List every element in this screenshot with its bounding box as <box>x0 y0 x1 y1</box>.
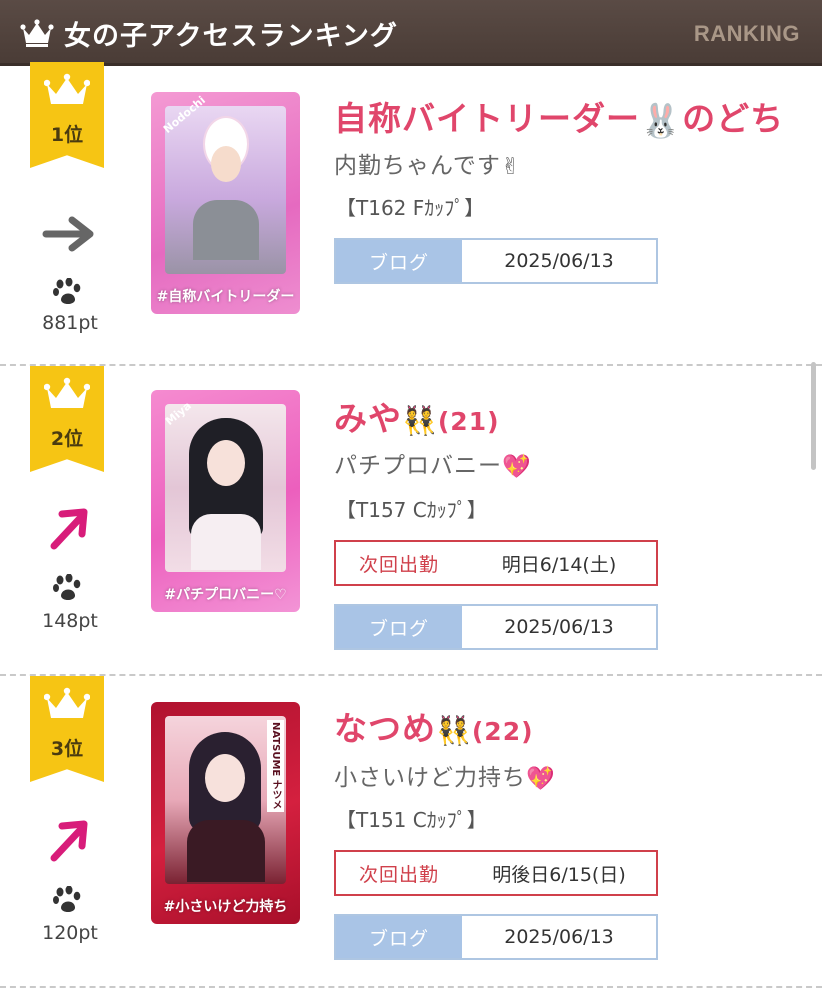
entry-divider <box>0 986 822 988</box>
points: 120pt <box>42 922 98 944</box>
next-shift-label: 次回出勤 <box>336 852 462 894</box>
blog-link[interactable]: ブログ 2025/06/13 <box>334 604 658 650</box>
flat-arrow-icon <box>42 216 94 252</box>
next-shift-label: 次回出勤 <box>336 542 462 584</box>
ranking-label: RANKING <box>693 21 800 46</box>
crown-icon <box>20 19 54 47</box>
profile-photo-card[interactable]: Miya #パチプロバニー♡ <box>151 390 300 612</box>
age-text: (21) <box>437 407 500 436</box>
up-arrow-icon <box>50 820 88 862</box>
rank-number: 1位 <box>50 124 84 146</box>
figure-body <box>191 514 261 570</box>
catchphrase-text: 小さいけど力持ち <box>334 765 526 791</box>
name-text: みや <box>334 399 402 438</box>
points: 148pt <box>42 610 98 632</box>
profile-spec: 【T162 Fｶｯﾌﾟ】 <box>336 196 485 220</box>
points: 881pt <box>42 312 98 334</box>
catchphrase: パチプロバニー💖 <box>334 446 532 480</box>
profile-spec: 【T151 Cｶｯﾌﾟ】 <box>336 808 487 832</box>
next-shift-date: 明後日6/15(日) <box>492 863 626 886</box>
paw-icon <box>53 278 81 305</box>
girl-name[interactable]: 自称バイトリーダー🐰のどち <box>334 92 784 141</box>
rank-badge: 2位 <box>30 366 104 472</box>
name-text: 自称バイトリーダー <box>334 99 640 138</box>
crown-icon <box>44 377 90 408</box>
blog-label: ブログ <box>336 916 462 958</box>
catchphrase: 内勤ちゃんです✌ <box>334 146 521 180</box>
entry-divider <box>0 674 822 676</box>
victory-hand-icon: ✌ <box>500 153 522 180</box>
card-caption: #パチプロバニー♡ <box>164 587 287 603</box>
blog-link[interactable]: ブログ 2025/06/13 <box>334 914 658 960</box>
card-name-tag: NATSUME ナツメ <box>267 720 284 812</box>
crown-icon <box>44 73 90 104</box>
rank-badge: 1位 <box>30 62 104 168</box>
blog-date: 2025/06/13 <box>504 250 614 272</box>
profile-photo-card[interactable]: NATSUME ナツメ #小さいけど力持ち <box>151 702 300 924</box>
blog-date: 2025/06/13 <box>504 616 614 638</box>
name-tail-text: のどち <box>682 99 785 138</box>
age-text: (22) <box>471 717 534 746</box>
profile-spec: 【T157 Cｶｯﾌﾟ】 <box>336 498 487 522</box>
scrollbar[interactable] <box>811 362 816 470</box>
name-text: なつめ <box>334 709 436 748</box>
blog-link[interactable]: ブログ 2025/06/13 <box>334 238 658 284</box>
card-caption: #小さいけど力持ち <box>163 899 288 915</box>
sparkling-heart-icon: 💖 <box>502 454 532 480</box>
rabbit-icon: 🐰 <box>640 100 683 140</box>
bunny-girls-icon: 👯 <box>436 714 472 747</box>
blog-label: ブログ <box>336 606 462 648</box>
catchphrase-text: 内勤ちゃんです <box>334 153 501 179</box>
next-shift-date: 明日6/14(土) <box>501 553 617 576</box>
bunny-girls-icon: 👯 <box>402 404 438 437</box>
next-shift: 次回出勤 明日6/14(土) <box>334 540 658 586</box>
up-arrow-icon <box>50 508 88 550</box>
catchphrase-text: パチプロバニー <box>334 453 502 479</box>
catchphrase: 小さいけど力持ち💖 <box>334 758 556 792</box>
paw-icon <box>53 574 81 601</box>
figure-body <box>187 820 265 882</box>
blog-date: 2025/06/13 <box>504 926 614 948</box>
girl-name[interactable]: なつめ👯(22) <box>334 702 534 750</box>
ranking-header: 女の子アクセスランキング RANKING <box>0 0 822 66</box>
figure-body <box>193 200 259 260</box>
girl-name[interactable]: みや👯(21) <box>334 392 500 440</box>
rank-number: 3位 <box>50 738 84 760</box>
paw-icon <box>53 886 81 913</box>
page-title: 女の子アクセスランキング <box>64 21 398 52</box>
sparkling-heart-icon: 💖 <box>526 766 556 792</box>
next-shift: 次回出勤 明後日6/15(日) <box>334 850 658 896</box>
entry-divider <box>0 364 822 366</box>
rank-badge: 3位 <box>30 676 104 782</box>
profile-photo-card[interactable]: Nodochi #自称バイトリーダー <box>151 92 300 314</box>
rank-number: 2位 <box>50 428 84 450</box>
crown-icon <box>44 687 90 718</box>
card-caption: #自称バイトリーダー <box>156 289 295 305</box>
blog-label: ブログ <box>336 240 462 282</box>
